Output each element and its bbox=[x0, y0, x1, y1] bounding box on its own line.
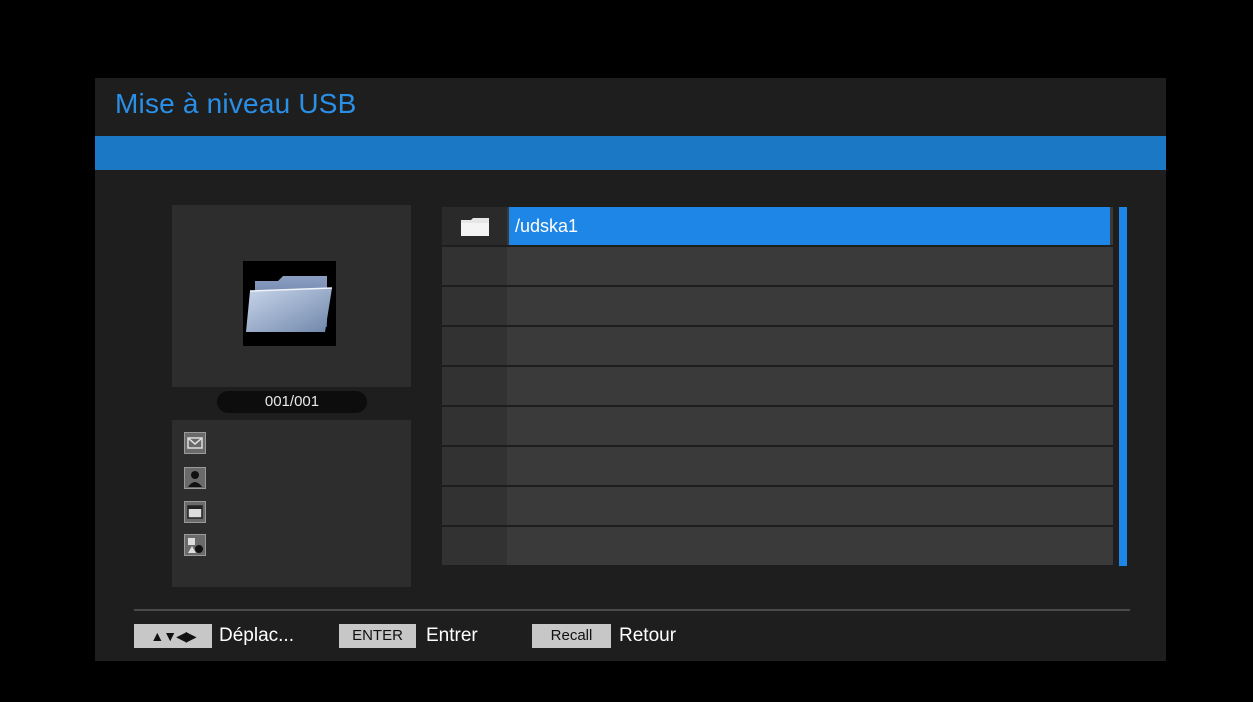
file-row[interactable] bbox=[442, 327, 1113, 365]
row-icon-cell bbox=[442, 367, 507, 405]
file-row[interactable] bbox=[442, 527, 1113, 565]
page-title: Mise à niveau USB bbox=[115, 88, 357, 119]
recall-label: Retour bbox=[619, 625, 677, 646]
card-icon bbox=[184, 501, 206, 523]
item-counter: 001/001 bbox=[217, 391, 367, 413]
row-icon-cell bbox=[442, 487, 507, 525]
row-icon-cell bbox=[442, 527, 507, 565]
file-row[interactable] bbox=[442, 287, 1113, 325]
mail-icon bbox=[184, 432, 206, 454]
footer-divider bbox=[134, 609, 1130, 611]
row-icon-cell bbox=[442, 447, 507, 485]
scrollbar-thumb[interactable] bbox=[1119, 207, 1127, 566]
row-icon-cell bbox=[442, 207, 507, 245]
file-row[interactable] bbox=[442, 487, 1113, 525]
row-icon-cell bbox=[442, 327, 507, 365]
header-band bbox=[95, 136, 1166, 170]
file-list: /udska1 bbox=[442, 207, 1113, 566]
folder-icon bbox=[461, 218, 489, 236]
file-row[interactable] bbox=[442, 367, 1113, 405]
move-label: Déplac... bbox=[219, 625, 294, 646]
row-label: /udska1 bbox=[515, 216, 579, 236]
file-row[interactable] bbox=[442, 407, 1113, 445]
enter-label: Entrer bbox=[426, 625, 478, 646]
file-row[interactable] bbox=[442, 247, 1113, 285]
shapes-icon bbox=[184, 534, 206, 556]
info-box bbox=[172, 420, 411, 587]
file-row[interactable] bbox=[442, 447, 1113, 485]
usb-upgrade-panel: Mise à niveau USB 001/001 /udska1 ▲▼◀▶ D… bbox=[95, 78, 1166, 661]
scrollbar[interactable] bbox=[1116, 207, 1128, 566]
arrow-keys-icon: ▲▼◀▶ bbox=[134, 624, 212, 648]
row-icon-cell bbox=[442, 407, 507, 445]
enter-key-badge[interactable]: ENTER bbox=[339, 624, 416, 648]
footer-help: ▲▼◀▶ Déplac... ENTER Entrer Recall Retou… bbox=[95, 622, 1166, 650]
preview-box bbox=[172, 205, 411, 387]
user-icon bbox=[184, 467, 206, 489]
row-icon-cell bbox=[442, 247, 507, 285]
recall-key-badge[interactable]: Recall bbox=[532, 624, 611, 648]
folder-preview-icon bbox=[243, 261, 336, 346]
file-row-selected[interactable]: /udska1 bbox=[442, 207, 1113, 245]
row-icon-cell bbox=[442, 287, 507, 325]
selection-highlight bbox=[509, 207, 1110, 245]
